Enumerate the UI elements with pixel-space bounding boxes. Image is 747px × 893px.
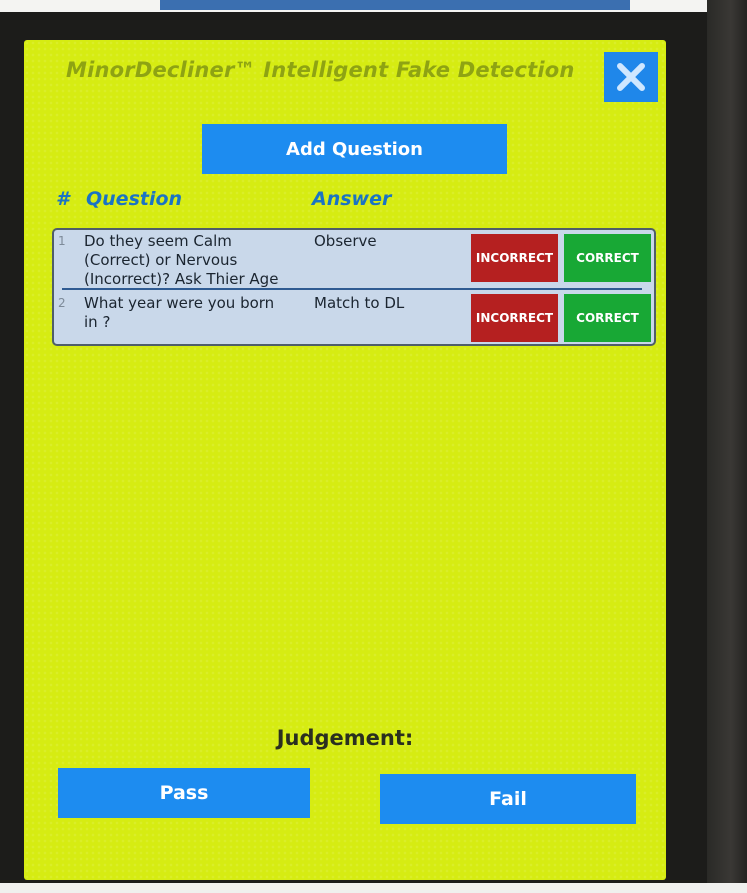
fake-detection-dialog: MinorDecliner™ Intelligent Fake Detectio…: [24, 40, 666, 880]
correct-button[interactable]: CORRECT: [564, 234, 651, 282]
question-text: Do they seem Calm (Correct) or Nervous (…: [84, 232, 279, 288]
question-row: 2 What year were you born in ? Match to …: [54, 292, 654, 344]
question-text: What year were you born in ?: [84, 294, 275, 331]
device-bezel-right: [707, 0, 747, 893]
correct-button[interactable]: CORRECT: [564, 294, 651, 342]
row-divider: [62, 288, 642, 290]
device-bezel-bottom: [0, 883, 747, 893]
device-bezel-accent: [160, 0, 630, 10]
column-header-question: Question: [86, 188, 183, 210]
question-table: 1 Do they seem Calm (Correct) or Nervous…: [52, 228, 656, 346]
answer-text: Observe: [314, 232, 377, 250]
close-button[interactable]: [604, 52, 658, 102]
question-number: 2: [58, 296, 66, 310]
answer-text: Match to DL: [314, 294, 405, 312]
incorrect-button[interactable]: INCORRECT: [471, 234, 558, 282]
column-header-number: #: [56, 188, 70, 210]
close-icon: [617, 63, 645, 91]
add-question-button[interactable]: Add Question: [202, 124, 507, 174]
dialog-title: MinorDecliner™ Intelligent Fake Detectio…: [66, 58, 575, 82]
fail-button[interactable]: Fail: [380, 774, 636, 824]
question-row: 1 Do they seem Calm (Correct) or Nervous…: [54, 230, 654, 290]
column-header-answer: Answer: [312, 188, 392, 210]
incorrect-button[interactable]: INCORRECT: [471, 294, 558, 342]
pass-button[interactable]: Pass: [58, 768, 310, 818]
judgement-label: Judgement:: [276, 726, 414, 750]
question-number: 1: [58, 234, 66, 248]
